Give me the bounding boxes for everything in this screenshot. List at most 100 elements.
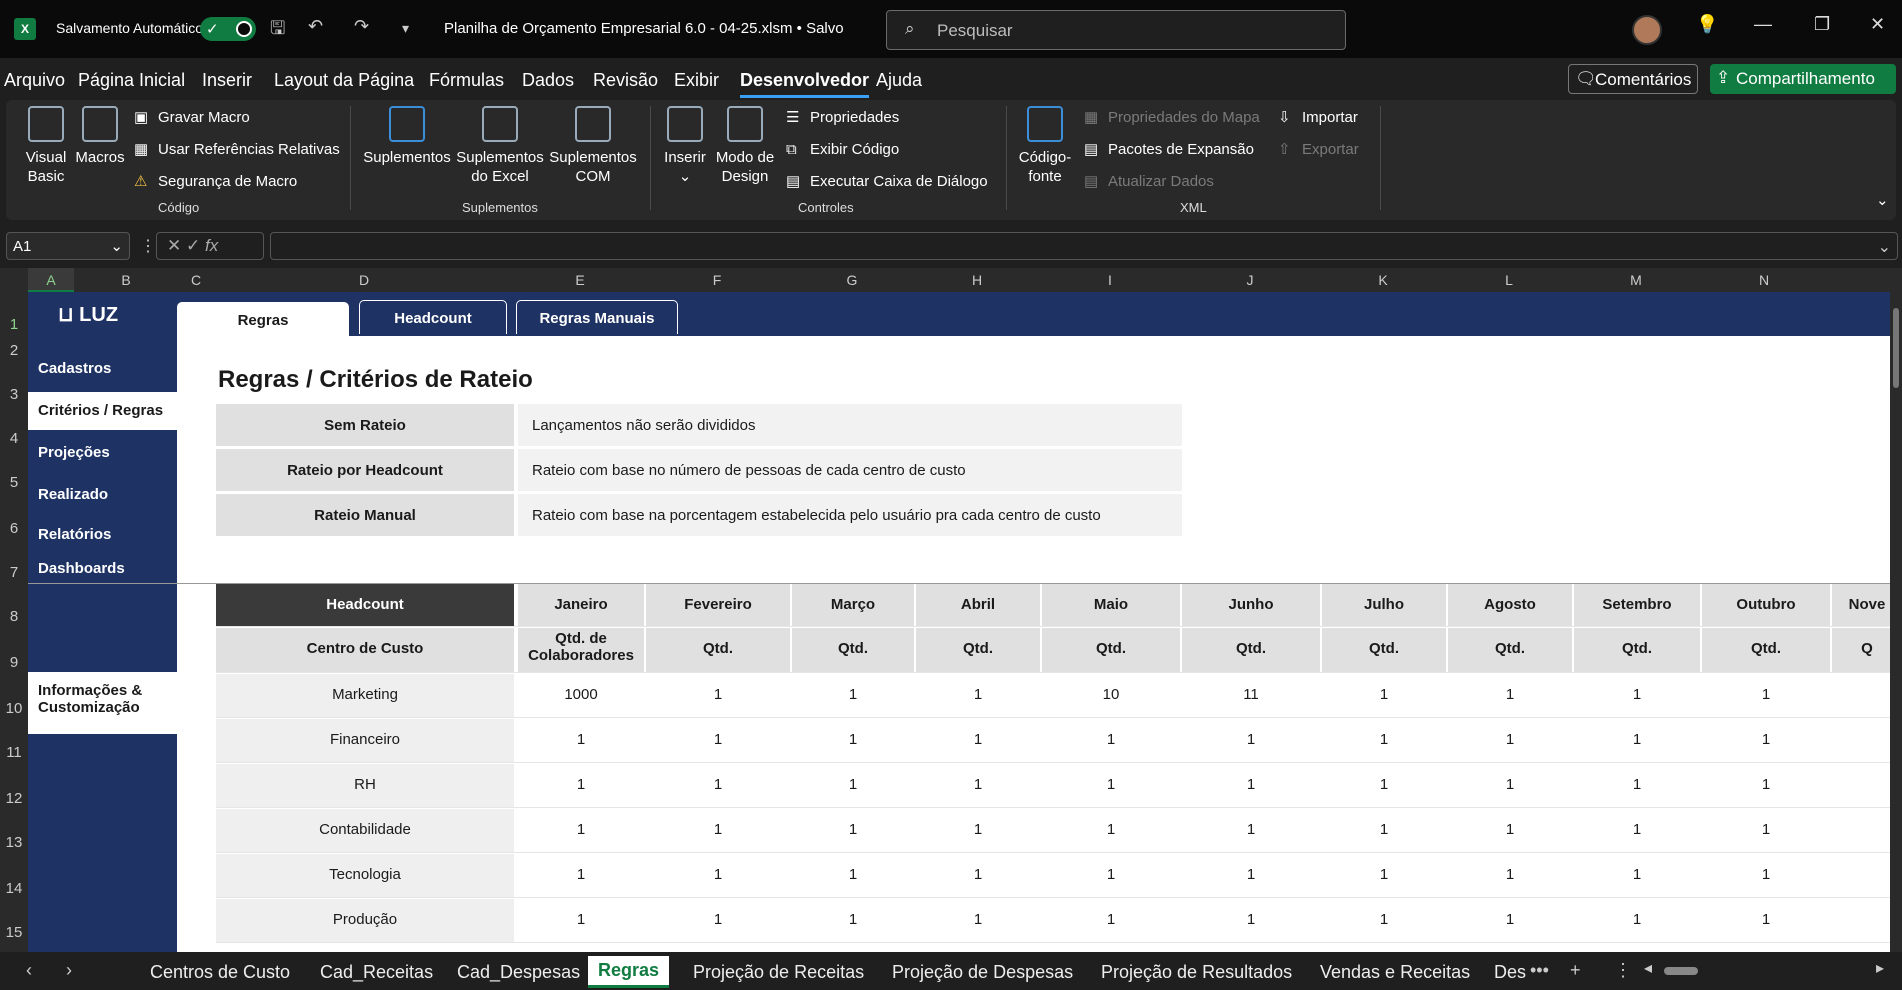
- minimize-icon[interactable]: —: [1754, 14, 1772, 35]
- restore-icon[interactable]: ❐: [1814, 14, 1830, 35]
- headcount-header[interactable]: Headcount: [216, 584, 514, 626]
- month-header[interactable]: Abril: [916, 584, 1040, 626]
- qty-header[interactable]: Qtd.: [792, 628, 914, 672]
- headcount-cell[interactable]: 1: [1702, 674, 1830, 717]
- month-header[interactable]: Setembro: [1574, 584, 1700, 626]
- headcount-cell[interactable]: 1: [916, 719, 1040, 762]
- headcount-cell[interactable]: 1: [1042, 719, 1180, 762]
- column-header-e[interactable]: E: [516, 272, 644, 288]
- sheet-tab[interactable]: Projeção de Receitas: [693, 962, 864, 983]
- row-header[interactable]: 7: [0, 564, 28, 581]
- search-box[interactable]: ⌕ Pesquisar: [886, 10, 1346, 50]
- menu-layout[interactable]: Layout da Página: [274, 70, 414, 91]
- tab-headcount[interactable]: Headcount: [359, 300, 507, 334]
- column-header-l[interactable]: L: [1446, 272, 1572, 288]
- cost-center-name[interactable]: Financeiro: [216, 719, 514, 762]
- vertical-scrollbar[interactable]: [1890, 268, 1902, 952]
- sheet-tab[interactable]: Projeção de Despesas: [892, 962, 1073, 983]
- headcount-cell[interactable]: 1: [916, 764, 1040, 807]
- headcount-cell[interactable]: 1: [1042, 854, 1180, 897]
- headcount-cell[interactable]: 1: [518, 764, 644, 807]
- row-header[interactable]: 9: [0, 654, 28, 671]
- qty-header[interactable]: Qtd.: [916, 628, 1040, 672]
- menu-arquivo[interactable]: Arquivo: [4, 70, 65, 91]
- row-header[interactable]: 3: [0, 386, 28, 403]
- more-icon[interactable]: ⋮: [140, 236, 156, 256]
- save-icon[interactable]: 🖫: [270, 16, 285, 46]
- formula-input[interactable]: ⌄: [270, 232, 1898, 260]
- nav-dashboards[interactable]: Dashboards: [38, 560, 125, 577]
- inserir-controle-button[interactable]: Inserir ⌄: [660, 106, 710, 186]
- codigo-fonte-button[interactable]: Código-fonte: [1014, 106, 1076, 186]
- headcount-cell[interactable]: 1: [1448, 809, 1572, 852]
- nav-realizado[interactable]: Realizado: [38, 486, 108, 503]
- comments-button[interactable]: 🗨 Comentários: [1568, 64, 1698, 94]
- headcount-cell[interactable]: 1: [1182, 899, 1320, 942]
- cost-center-name[interactable]: Produção: [216, 899, 514, 942]
- more-sheets-icon[interactable]: •••: [1530, 960, 1549, 981]
- headcount-cell[interactable]: 1: [1322, 809, 1446, 852]
- headcount-cell[interactable]: 1: [1448, 764, 1572, 807]
- headcount-cell[interactable]: [1832, 854, 1890, 897]
- headcount-cell[interactable]: 1: [1322, 674, 1446, 717]
- nav-informacoes[interactable]: Informações & Customização: [28, 672, 177, 734]
- headcount-cell[interactable]: 1: [1182, 764, 1320, 807]
- scroll-thumb[interactable]: [1664, 967, 1698, 975]
- visual-basic-button[interactable]: Visual Basic: [18, 106, 74, 186]
- headcount-cell[interactable]: 1: [1702, 764, 1830, 807]
- sheet-tab[interactable]: Vendas e Receitas: [1320, 962, 1470, 983]
- headcount-cell[interactable]: 10: [1042, 674, 1180, 717]
- headcount-cell[interactable]: 1: [1322, 854, 1446, 897]
- row-header[interactable]: 1: [0, 316, 28, 333]
- row-header[interactable]: 11: [0, 744, 28, 761]
- headcount-cell[interactable]: 1: [646, 899, 790, 942]
- fx-icon[interactable]: fx: [205, 236, 218, 255]
- headcount-cell[interactable]: 1: [1448, 719, 1572, 762]
- headcount-cell[interactable]: 1: [1042, 764, 1180, 807]
- scroll-thumb[interactable]: [1893, 308, 1899, 388]
- nav-cadastros[interactable]: Cadastros: [38, 360, 111, 377]
- menu-exibir[interactable]: Exibir: [674, 70, 719, 91]
- headcount-cell[interactable]: 1: [1042, 899, 1180, 942]
- qty-header[interactable]: Qtd. de Colaboradores: [518, 628, 644, 672]
- headcount-cell[interactable]: 1: [646, 719, 790, 762]
- usar-referencias-button[interactable]: Usar Referências Relativas: [158, 141, 340, 159]
- row-header[interactable]: 5: [0, 474, 28, 491]
- headcount-cell[interactable]: 1: [1574, 809, 1700, 852]
- name-box[interactable]: A1 ⌄: [6, 232, 130, 260]
- headcount-cell[interactable]: 11: [1182, 674, 1320, 717]
- headcount-cell[interactable]: 1: [792, 854, 914, 897]
- headcount-cell[interactable]: 1: [518, 809, 644, 852]
- row-header[interactable]: 14: [0, 880, 28, 897]
- menu-desenvolvedor[interactable]: Desenvolvedor: [740, 70, 870, 98]
- undo-icon[interactable]: ↶: [308, 16, 323, 37]
- month-header[interactable]: Junho: [1182, 584, 1320, 626]
- executar-caixa-button[interactable]: Executar Caixa de Diálogo: [810, 173, 988, 191]
- month-header[interactable]: Março: [792, 584, 914, 626]
- headcount-cell[interactable]: 1: [1574, 674, 1700, 717]
- headcount-cell[interactable]: 1: [646, 854, 790, 897]
- menu-pagina-inicial[interactable]: Página Inicial: [78, 70, 185, 91]
- prev-sheet-icon[interactable]: ‹: [26, 960, 32, 981]
- column-header-k[interactable]: K: [1320, 272, 1446, 288]
- headcount-cell[interactable]: 1: [1448, 854, 1572, 897]
- headcount-cell[interactable]: 1: [1702, 719, 1830, 762]
- qty-header[interactable]: Qtd.: [1702, 628, 1830, 672]
- gravar-macro-button[interactable]: Gravar Macro: [158, 109, 250, 127]
- row-header[interactable]: 2: [0, 342, 28, 359]
- exportar-button[interactable]: Exportar: [1302, 141, 1359, 159]
- row-header[interactable]: 13: [0, 834, 28, 851]
- headcount-cell[interactable]: 1: [1448, 674, 1572, 717]
- month-header[interactable]: Fevereiro: [646, 584, 790, 626]
- headcount-cell[interactable]: 1: [1574, 899, 1700, 942]
- sheet-tab[interactable]: Cad_Receitas: [320, 962, 433, 983]
- headcount-cell[interactable]: 1: [646, 764, 790, 807]
- scroll-left-icon[interactable]: ◂: [1644, 958, 1652, 978]
- close-icon[interactable]: ✕: [1870, 14, 1885, 35]
- horizontal-scrollbar[interactable]: ◂ ▸: [1644, 960, 1884, 982]
- cost-center-header[interactable]: Centro de Custo: [216, 628, 514, 672]
- qty-header[interactable]: Qtd.: [1182, 628, 1320, 672]
- headcount-cell[interactable]: 1: [1574, 854, 1700, 897]
- headcount-cell[interactable]: 1: [792, 719, 914, 762]
- document-title[interactable]: Planilha de Orçamento Empresarial 6.0 - …: [444, 20, 844, 37]
